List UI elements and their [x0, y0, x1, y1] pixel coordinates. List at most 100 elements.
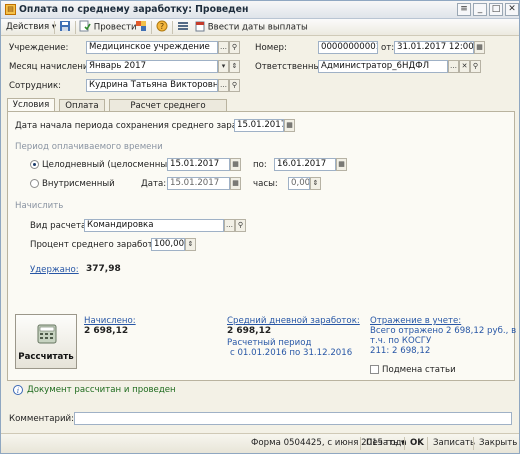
- accounting-link[interactable]: Отражение в учете:: [370, 316, 461, 326]
- toolbar-divider: [172, 21, 173, 34]
- hours-label: часы:: [253, 179, 278, 189]
- maximize-button[interactable]: □: [489, 3, 503, 16]
- bar-divider: [404, 437, 405, 450]
- actions-menu[interactable]: Действия ▾: [6, 21, 56, 34]
- hours-stepper[interactable]: ⇕: [310, 177, 321, 190]
- intraday-date-label: Дата:: [141, 179, 167, 189]
- help-icon[interactable]: ?: [156, 20, 168, 34]
- number-field[interactable]: 00000000001: [318, 41, 378, 54]
- number-label: Номер:: [255, 43, 287, 53]
- responsible-field[interactable]: Администратор_6НДФЛ: [318, 60, 448, 73]
- info-icon: i: [13, 385, 23, 395]
- accrued-link[interactable]: Начислено:: [84, 316, 136, 326]
- save-icon[interactable]: [59, 21, 71, 34]
- actions-label: Действия: [6, 22, 50, 32]
- calendar-icon[interactable]: ▦: [336, 158, 347, 171]
- status-message: Документ рассчитан и проведен: [27, 385, 176, 395]
- employee-select-button[interactable]: …: [218, 79, 229, 92]
- svg-text:i: i: [17, 387, 19, 395]
- enter-dates-button[interactable]: Ввести даты выплаты: [195, 21, 308, 34]
- accounting-line2: т.ч. по КОСГУ: [370, 336, 432, 346]
- calc-type-label: Вид расчета:: [30, 221, 90, 231]
- search-icon[interactable]: ⚲: [470, 60, 481, 73]
- toolbar-divider: [151, 21, 152, 34]
- close-form-button[interactable]: Закрыть: [479, 438, 517, 448]
- toolbar-divider: [75, 21, 76, 34]
- percent-label: Процент среднего заработка:: [30, 240, 166, 250]
- calc-type-field[interactable]: Командировка: [84, 219, 224, 232]
- withheld-link[interactable]: Удержано:: [30, 265, 79, 275]
- calendar-icon: [195, 21, 205, 32]
- bottom-bar: Форма 0504425, с июня 2015 года Печать ▾…: [1, 433, 519, 453]
- calc-type-select-button[interactable]: …: [224, 219, 235, 232]
- accrue-title: Начислить: [15, 201, 64, 211]
- whole-day-label: Целодневный (целосменный) с:: [42, 160, 187, 170]
- close-button[interactable]: ✕: [505, 3, 519, 16]
- calendar-icon[interactable]: ▦: [230, 158, 241, 171]
- date-label: от:: [381, 43, 395, 53]
- whole-day-radio[interactable]: [30, 160, 39, 169]
- period-start-label: Дата начала периода сохранения среднего …: [15, 121, 266, 131]
- month-stepper[interactable]: ⇕: [229, 60, 240, 73]
- calculator-icon: [37, 324, 57, 344]
- search-icon[interactable]: ⚲: [235, 219, 246, 232]
- minimize-button[interactable]: _: [473, 3, 487, 16]
- list-icon[interactable]: [177, 21, 189, 34]
- structure-icon[interactable]: [135, 21, 147, 34]
- calculate-button[interactable]: Рассчитать: [15, 314, 77, 369]
- post-icon: [79, 20, 91, 32]
- menu-icon[interactable]: ≡: [457, 3, 471, 16]
- org-field[interactable]: Медицинское учреждение: [86, 41, 218, 54]
- accrued-value: 2 698,12: [84, 326, 129, 336]
- employee-field[interactable]: Кудрина Татьяна Викторовна (Ос: [86, 79, 218, 92]
- avg-earnings-value: 2 698,12: [227, 326, 272, 336]
- period-start-field[interactable]: 15.01.2017: [234, 119, 284, 132]
- search-icon[interactable]: ⚲: [229, 79, 240, 92]
- org-label: Учреждение:: [9, 43, 69, 53]
- svg-text:?: ?: [160, 22, 164, 31]
- responsible-select-button[interactable]: …: [448, 60, 459, 73]
- to-label: по:: [253, 160, 267, 170]
- intraday-date-field[interactable]: 15.01.2017: [167, 177, 230, 190]
- bar-divider: [473, 437, 474, 450]
- save-button[interactable]: Записать: [433, 438, 475, 448]
- replace-checkbox[interactable]: [370, 365, 379, 374]
- month-dropdown-button[interactable]: ▾: [218, 60, 229, 73]
- replace-label: Подмена статьи: [382, 365, 456, 375]
- enter-dates-label: Ввести даты выплаты: [207, 22, 308, 33]
- accounting-line1: Всего отражено 2 698,12 руб., в: [370, 326, 517, 336]
- comment-label: Комментарий:: [9, 414, 75, 424]
- month-field[interactable]: Январь 2017: [86, 60, 218, 73]
- calendar-icon[interactable]: ▦: [230, 177, 241, 190]
- search-icon[interactable]: ⚲: [229, 41, 240, 54]
- percent-field[interactable]: 100,00: [151, 238, 185, 251]
- tab-conditions[interactable]: Условия: [7, 98, 55, 112]
- avg-earnings-link[interactable]: Средний дневной заработок:: [227, 316, 360, 326]
- intraday-radio[interactable]: [30, 179, 39, 188]
- month-label: Месяц начисления:: [9, 62, 97, 72]
- clear-icon[interactable]: ✕: [459, 60, 470, 73]
- paid-period-title: Период оплачиваемого времени: [15, 142, 163, 152]
- bar-divider: [427, 437, 428, 450]
- title-bar: ▤ Оплата по среднему заработку: Проведен…: [1, 1, 519, 19]
- window-title: Оплата по среднему заработку: Проведен: [19, 4, 249, 15]
- accounting-line3: 211: 2 698,12: [370, 346, 431, 356]
- toolbar: Действия ▾ Провести ? Ввести даты выплат…: [1, 19, 519, 36]
- calendar-icon[interactable]: ▦: [284, 119, 295, 132]
- calc-period-line1: Расчетный период: [227, 338, 312, 348]
- date-field[interactable]: 31.01.2017 12:00:00: [394, 41, 474, 54]
- org-select-button[interactable]: …: [218, 41, 229, 54]
- calc-period-line2: с 01.01.2016 по 31.12.2016: [230, 348, 353, 358]
- calculate-label: Рассчитать: [18, 352, 74, 362]
- percent-stepper[interactable]: ⇕: [185, 238, 196, 251]
- print-menu[interactable]: Печать ▾: [366, 438, 405, 448]
- whole-to-field[interactable]: 16.01.2017: [274, 158, 336, 171]
- document-window: ▤ Оплата по среднему заработку: Проведен…: [0, 0, 520, 454]
- post-button[interactable]: Провести: [79, 20, 137, 34]
- comment-field[interactable]: [74, 412, 512, 425]
- whole-from-field[interactable]: 15.01.2017: [167, 158, 230, 171]
- ok-button[interactable]: OK: [410, 438, 424, 448]
- calendar-icon[interactable]: ▦: [474, 41, 485, 54]
- hours-field[interactable]: 0,00: [288, 177, 310, 190]
- print-label: Печать: [366, 438, 399, 448]
